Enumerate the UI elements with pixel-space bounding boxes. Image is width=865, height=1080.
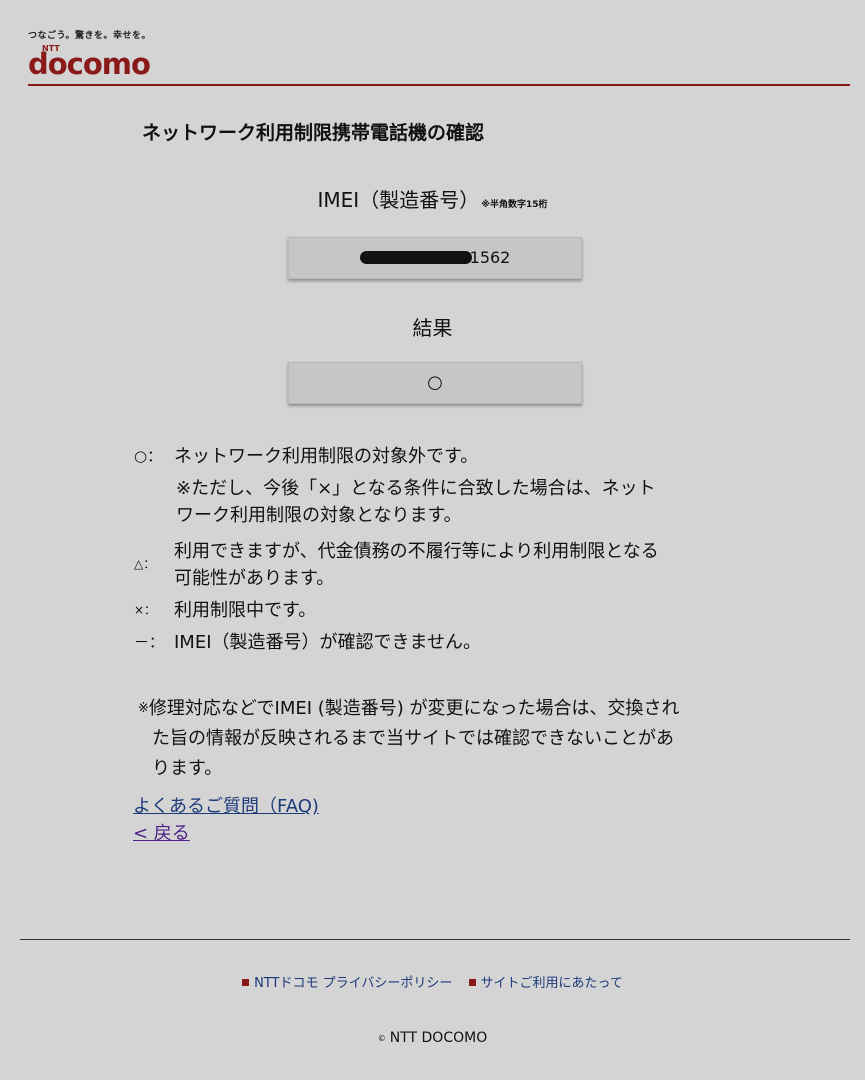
legend-dash: －： IMEI（製造番号）が確認できません。: [134, 629, 754, 656]
legend-triangle: △： 利用できますが、代金債務の不履行等により利用制限となる 可能性があります。: [134, 538, 754, 592]
legend-dash-symbol: －：: [134, 633, 165, 651]
legend-circle-symbol: ○：: [134, 447, 163, 465]
privacy-policy-link[interactable]: NTTドコモ プライバシーポリシー: [242, 976, 452, 991]
back-link[interactable]: < 戻る: [133, 819, 190, 845]
legend-cross-symbol: ×：: [134, 603, 157, 617]
copyright-icon: ©: [377, 1033, 386, 1043]
legend-triangle-text-line1: 利用できますが、代金債務の不履行等により利用制限となる: [174, 541, 659, 562]
copyright: © NTT DOCOMO: [0, 1030, 865, 1046]
site-header: つなごう。驚きを。幸せを。 NTT docomo: [28, 28, 850, 86]
square-bullet-icon: [468, 979, 476, 986]
result-value: ○: [427, 372, 443, 393]
legend-circle-note-line2: ワーク利用制限の対象となります。: [176, 505, 462, 526]
imei-format-note: ※半角数字15桁: [481, 200, 548, 210]
imei-label: IMEI（製造番号）: [317, 188, 480, 212]
note-line2: た旨の情報が反映されるまで当サイトでは確認できないことがあ: [152, 728, 674, 749]
page-title: ネットワーク利用制限携帯電話機の確認: [142, 122, 485, 144]
square-bullet-icon: [242, 979, 250, 986]
site-terms-link[interactable]: サイトご利用にあたって: [468, 976, 623, 991]
privacy-policy-label: NTTドコモ プライバシーポリシー: [254, 976, 453, 991]
redacted-imei-digits: [359, 251, 472, 264]
imei-label-row: IMEI（製造番号） ※半角数字15桁: [0, 184, 865, 213]
result-label: 結果: [412, 316, 453, 340]
legend-triangle-symbol: △：: [134, 557, 156, 571]
legend-circle-note-line1: ※ただし、今後「×」となる条件に合致した場合は、ネット: [176, 478, 656, 499]
legend-circle: ○： ネットワーク利用制限の対象外です。 ※ただし、今後「×」となる条件に合致し…: [134, 443, 754, 529]
note-mark: ※: [138, 701, 149, 716]
copyright-text: NTT DOCOMO: [389, 1030, 488, 1046]
note-line3: ります。: [152, 758, 223, 779]
result-value-field: ○: [288, 362, 582, 404]
legend-circle-text: ネットワーク利用制限の対象外です。: [174, 446, 479, 467]
legend-cross-text: 利用制限中です。: [174, 600, 317, 621]
imei-value-field: 1562: [288, 237, 582, 279]
faq-link[interactable]: よくあるご質問（FAQ): [133, 792, 319, 818]
legend-dash-text: IMEI（製造番号）が確認できません。: [174, 632, 481, 653]
imei-visible-digits: 1562: [469, 248, 511, 267]
footer-divider: [20, 939, 850, 940]
site-terms-label: サイトご利用にあたって: [480, 976, 623, 991]
footer-links: NTTドコモ プライバシーポリシー サイトご利用にあたって: [0, 972, 865, 991]
note-line1: 修理対応などでIMEI (製造番号) が変更になった場合は、交換され: [148, 698, 680, 719]
brand-tagline: つなごう。驚きを。幸せを。: [28, 31, 151, 41]
legend-cross: ×： 利用制限中です。: [134, 597, 754, 624]
legend-triangle-text-line2: 可能性があります。: [174, 568, 335, 589]
imei-change-note: ※修理対応などでIMEI (製造番号) が変更になった場合は、交換され た旨の情…: [138, 694, 748, 784]
docomo-logo[interactable]: docomo: [28, 47, 151, 81]
